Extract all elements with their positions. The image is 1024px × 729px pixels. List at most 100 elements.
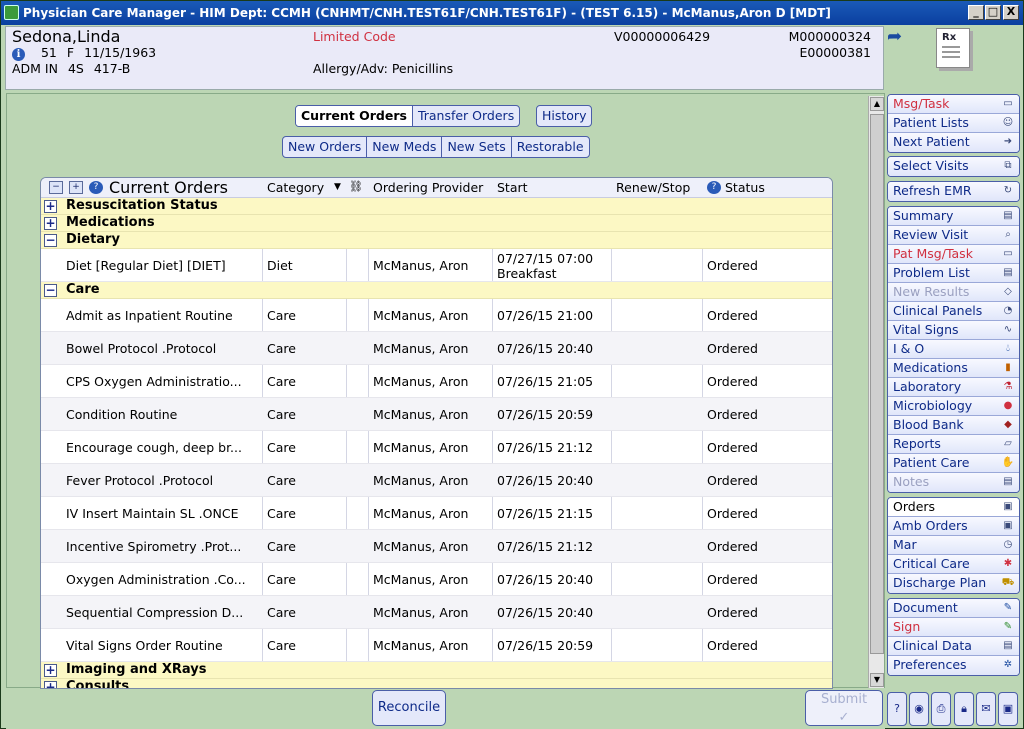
nav-item-patient-lists[interactable]: Patient Lists ☺ [888, 114, 1019, 133]
nav-group-tasks: Msg/Task ▭ Patient Lists ☺ Next Patient ➜ [887, 94, 1020, 153]
help-button-icon[interactable]: ? [887, 692, 907, 726]
table-row[interactable]: Diet [Regular Diet] [DIET] Diet McManus,… [41, 249, 832, 282]
group-resuscitation-status[interactable]: + Resuscitation Status [41, 198, 832, 215]
allergy-info: Allergy/Adv: Penicillins [313, 61, 454, 76]
nav-item-pat-msg-task[interactable]: Pat Msg/Task ▭ [888, 245, 1019, 264]
patient-care-icon: ✋ [1001, 457, 1015, 468]
restorable-button[interactable]: Restorable [512, 137, 589, 157]
prescription-icon[interactable]: Rx [936, 28, 970, 68]
reconcile-button[interactable]: Reconcile [372, 690, 446, 726]
info-icon[interactable]: i [12, 48, 25, 61]
intake-output-icon: 💧︎ [1006, 343, 1010, 354]
table-row[interactable]: Admit as Inpatient Routine Care McManus, A… [41, 299, 832, 332]
nav-item-next-patient[interactable]: Next Patient ➜ [888, 133, 1019, 152]
nav-item-orders[interactable]: Orders ▣ [888, 498, 1019, 517]
group-care[interactable]: − Care [41, 282, 832, 299]
nav-item-clinical-data[interactable]: Clinical Data ▤ [888, 637, 1019, 656]
print-icon[interactable]: ⎙ [931, 692, 951, 726]
collapse-icon[interactable]: − [44, 234, 57, 247]
table-row[interactable]: Incentive Spirometry .Prot... Care McManus… [41, 530, 832, 563]
tab-history[interactable]: History [537, 106, 591, 126]
close-button[interactable]: X [1003, 5, 1019, 20]
group-medications[interactable]: + Medications [41, 215, 832, 232]
table-row[interactable]: Condition Routine Care McManus, Aron 07/26/… [41, 398, 832, 431]
nav-item-discharge-plan[interactable]: Discharge Plan ⛟ [888, 574, 1019, 593]
table-row[interactable]: Bowel Protocol .Protocol Care McManus, Aro… [41, 332, 832, 365]
critical-care-icon: ✱ [1003, 558, 1013, 569]
expand-icon[interactable]: + [44, 664, 57, 677]
header-renew-stop[interactable]: Renew/Stop [616, 180, 690, 195]
expand-all-icon[interactable]: + [69, 181, 83, 194]
nav-item-critical-care[interactable]: Critical Care ✱ [888, 555, 1019, 574]
nav-item-amb-orders[interactable]: Amb Orders ▣ [888, 517, 1019, 536]
minimize-button[interactable]: _ [968, 5, 984, 20]
window-icon[interactable]: ▣ [998, 692, 1018, 726]
table-row[interactable]: Fever Protocol .Protocol Care McManus, Aro… [41, 464, 832, 497]
link-icon[interactable]: ⛓ [349, 180, 363, 193]
nav-item-problem-list[interactable]: Problem List ▤ [888, 264, 1019, 283]
tab-current-orders[interactable]: Current Orders [296, 106, 413, 126]
scroll-thumb[interactable] [870, 114, 884, 654]
globe-icon[interactable]: ◉ [909, 692, 929, 726]
lock-icon[interactable]: 🔒︎ [954, 692, 974, 726]
nav-item-sign[interactable]: Sign ✎ [888, 618, 1019, 637]
expand-icon[interactable]: + [44, 681, 57, 688]
scroll-up-icon[interactable]: ▲ [870, 97, 884, 111]
nav-item-clinical-panels[interactable]: Clinical Panels ◔ [888, 302, 1019, 321]
nav-item-select-visits[interactable]: Select Visits ⧉ [888, 157, 1019, 176]
submit-button[interactable]: Submit ✓ [805, 690, 883, 726]
tab-transfer-orders[interactable]: Transfer Orders [413, 106, 519, 126]
sort-desc-icon[interactable]: ▼ [334, 182, 341, 192]
nav-item-blood-bank[interactable]: Blood Bank ◆ [888, 416, 1019, 435]
nav-item-mar[interactable]: Mar ◷ [888, 536, 1019, 555]
new-sets-button[interactable]: New Sets [442, 137, 512, 157]
nav-item-notes[interactable]: Notes ▤ [888, 473, 1019, 492]
nav-item-medications[interactable]: Medications ▮ [888, 359, 1019, 378]
table-row[interactable]: Vital Signs Order Routine Care McManus, Ar… [41, 629, 832, 662]
nav-item-vital-signs[interactable]: Vital Signs ∿ [888, 321, 1019, 340]
expand-icon[interactable]: + [44, 217, 57, 230]
group-imaging-xrays[interactable]: + Imaging and XRays [41, 662, 832, 679]
vertical-scrollbar[interactable]: ▲ ▼ [868, 96, 884, 688]
header-status[interactable]: Status [725, 180, 765, 195]
help-icon[interactable]: ? [89, 181, 103, 194]
status-help-icon[interactable]: ? [707, 181, 721, 194]
group-dietary[interactable]: − Dietary [41, 232, 832, 249]
expand-icon[interactable]: + [44, 200, 57, 213]
collapse-all-icon[interactable]: − [49, 181, 63, 194]
table-row[interactable]: Sequential Compression D... Care McManus, … [41, 596, 832, 629]
table-row[interactable]: CPS Oxygen Administratio... Care McManus, … [41, 365, 832, 398]
forward-arrow-icon[interactable]: ➦ [887, 28, 907, 48]
nav-item-preferences[interactable]: Preferences ✲ [888, 656, 1019, 675]
order-start: 07/26/15 20:40 [497, 341, 594, 356]
checkmark-icon: ✓ [838, 710, 850, 725]
maximize-button[interactable]: □ [985, 5, 1001, 20]
nav-item-summary[interactable]: Summary ▤ [888, 207, 1019, 226]
nav-item-msg-task[interactable]: Msg/Task ▭ [888, 95, 1019, 114]
nav-group-review: Summary ▤ Review Visit ⌕ Pat Msg/Task ▭ Proble… [887, 206, 1020, 493]
new-meds-button[interactable]: New Meds [367, 137, 443, 157]
table-row[interactable]: IV Insert Maintain SL .ONCE Care McManus, … [41, 497, 832, 530]
nav-item-reports[interactable]: Reports ▱ [888, 435, 1019, 454]
nav-item-refresh-emr[interactable]: Refresh EMR ↻ [888, 182, 1019, 201]
nav-item-document[interactable]: Document ✎ [888, 599, 1019, 618]
collapse-icon[interactable]: − [44, 284, 57, 297]
table-row[interactable]: Oxygen Administration .Co... Care McManus,… [41, 563, 832, 596]
nav-item-microbiology[interactable]: Microbiology ● [888, 397, 1019, 416]
message-icon[interactable]: ✉ [976, 692, 996, 726]
header-start[interactable]: Start [497, 180, 528, 195]
order-status: Ordered [707, 638, 758, 653]
table-row[interactable]: Encourage cough, deep br... Care McManus, … [41, 431, 832, 464]
header-category[interactable]: Category [267, 180, 324, 195]
nav-item-new-results[interactable]: New Results ◇ [888, 283, 1019, 302]
nav-item-patient-care[interactable]: Patient Care ✋ [888, 454, 1019, 473]
new-orders-button[interactable]: New Orders [283, 137, 368, 157]
header-ordering-provider[interactable]: Ordering Provider [373, 180, 483, 195]
group-consults[interactable]: + Consults [41, 679, 832, 688]
nav-item-review-visit[interactable]: Review Visit ⌕ [888, 226, 1019, 245]
nav-item-i-o[interactable]: I & O 💧︎ [888, 340, 1019, 359]
scroll-down-icon[interactable]: ▼ [870, 673, 884, 687]
nav-item-laboratory[interactable]: Laboratory ⚗ [888, 378, 1019, 397]
order-name: Encourage cough, deep br... [66, 440, 242, 455]
bottom-toolbar: ? ◉ ⎙ 🔒︎ ✉ ▣ [887, 692, 1023, 728]
